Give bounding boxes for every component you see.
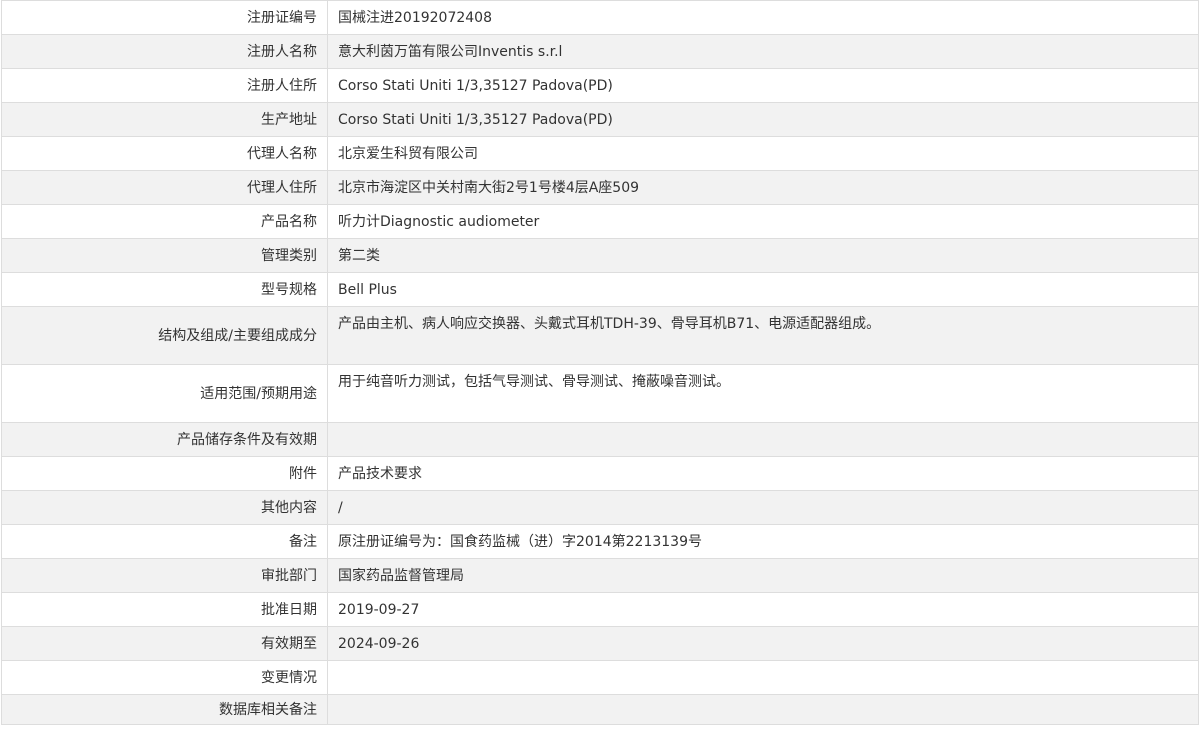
table-row: 变更情况 — [1, 660, 1199, 695]
row-value: 意大利茵万笛有限公司Inventis s.r.l — [327, 34, 1199, 69]
table-row: 型号规格 Bell Plus — [1, 272, 1199, 307]
table-row: 备注 原注册证编号为：国食药监械（进）字2014第2213139号 — [1, 524, 1199, 559]
row-value: / — [327, 490, 1199, 525]
row-label: 产品名称 — [1, 204, 328, 239]
row-label: 批准日期 — [1, 592, 328, 627]
table-row: 审批部门 国家药品监督管理局 — [1, 558, 1199, 593]
row-value — [327, 694, 1199, 725]
table-row: 代理人名称 北京爱生科贸有限公司 — [1, 136, 1199, 171]
row-value: 北京市海淀区中关村南大街2号1号楼4层A座509 — [327, 170, 1199, 205]
table-row: 其他内容 / — [1, 490, 1199, 525]
row-label: 代理人住所 — [1, 170, 328, 205]
table-row: 结构及组成/主要组成成分 产品由主机、病人响应交换器、头戴式耳机TDH-39、骨… — [1, 306, 1199, 365]
row-label: 其他内容 — [1, 490, 328, 525]
row-label: 有效期至 — [1, 626, 328, 661]
row-value: 用于纯音听力测试，包括气导测试、骨导测试、掩蔽噪音测试。 — [327, 364, 1199, 423]
row-value: Bell Plus — [327, 272, 1199, 307]
row-label: 注册人住所 — [1, 68, 328, 103]
row-value: 听力计Diagnostic audiometer — [327, 204, 1199, 239]
table-row: 数据库相关备注 — [1, 694, 1199, 725]
table-row: 产品储存条件及有效期 — [1, 422, 1199, 457]
table-row: 生产地址 Corso Stati Uniti 1/3,35127 Padova(… — [1, 102, 1199, 137]
table-row: 注册人住所 Corso Stati Uniti 1/3,35127 Padova… — [1, 68, 1199, 103]
row-value: 2024-09-26 — [327, 626, 1199, 661]
row-value: Corso Stati Uniti 1/3,35127 Padova(PD) — [327, 68, 1199, 103]
table-row: 适用范围/预期用途 用于纯音听力测试，包括气导测试、骨导测试、掩蔽噪音测试。 — [1, 364, 1199, 423]
row-value: 2019-09-27 — [327, 592, 1199, 627]
row-label: 注册证编号 — [1, 0, 328, 35]
table-row: 批准日期 2019-09-27 — [1, 592, 1199, 627]
row-label: 数据库相关备注 — [1, 694, 328, 725]
table-row: 代理人住所 北京市海淀区中关村南大街2号1号楼4层A座509 — [1, 170, 1199, 205]
row-label: 产品储存条件及有效期 — [1, 422, 328, 457]
table-row: 有效期至 2024-09-26 — [1, 626, 1199, 661]
row-label: 结构及组成/主要组成成分 — [1, 306, 328, 365]
row-value: 北京爱生科贸有限公司 — [327, 136, 1199, 171]
table-row: 产品名称 听力计Diagnostic audiometer — [1, 204, 1199, 239]
row-value: 原注册证编号为：国食药监械（进）字2014第2213139号 — [327, 524, 1199, 559]
row-label: 附件 — [1, 456, 328, 491]
row-value: 国家药品监督管理局 — [327, 558, 1199, 593]
row-label: 审批部门 — [1, 558, 328, 593]
row-label: 代理人名称 — [1, 136, 328, 171]
registration-detail-table: 注册证编号 国械注进20192072408 注册人名称 意大利茵万笛有限公司In… — [1, 0, 1199, 725]
row-label: 备注 — [1, 524, 328, 559]
table-row: 管理类别 第二类 — [1, 238, 1199, 273]
table-row: 附件 产品技术要求 — [1, 456, 1199, 491]
row-value: 第二类 — [327, 238, 1199, 273]
row-label: 变更情况 — [1, 660, 328, 695]
row-value — [327, 660, 1199, 695]
row-value: Corso Stati Uniti 1/3,35127 Padova(PD) — [327, 102, 1199, 137]
row-value: 产品由主机、病人响应交换器、头戴式耳机TDH-39、骨导耳机B71、电源适配器组… — [327, 306, 1199, 365]
row-label: 适用范围/预期用途 — [1, 364, 328, 423]
row-value: 国械注进20192072408 — [327, 0, 1199, 35]
row-label: 注册人名称 — [1, 34, 328, 69]
row-value — [327, 422, 1199, 457]
row-label: 生产地址 — [1, 102, 328, 137]
table-row: 注册人名称 意大利茵万笛有限公司Inventis s.r.l — [1, 34, 1199, 69]
row-label: 型号规格 — [1, 272, 328, 307]
row-value: 产品技术要求 — [327, 456, 1199, 491]
row-label: 管理类别 — [1, 238, 328, 273]
table-row: 注册证编号 国械注进20192072408 — [1, 0, 1199, 35]
